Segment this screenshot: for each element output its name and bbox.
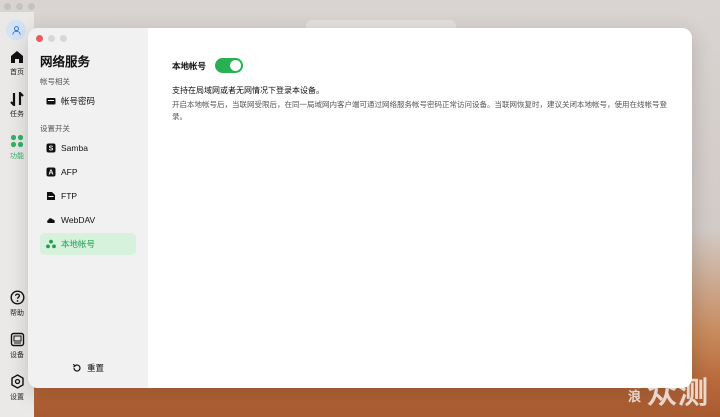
password-icon	[46, 96, 56, 106]
sidebar-item-samba[interactable]: S Samba	[40, 137, 136, 159]
cloud-icon	[46, 215, 56, 225]
page-title: 网络服务	[40, 55, 91, 69]
settings-sidebar: 网络服务 帐号相关 帐号密码 设置开关 S Samba A AFP FTP We…	[28, 28, 148, 388]
zoom-icon[interactable]	[60, 35, 67, 42]
watermark-big: 众测	[647, 377, 710, 410]
sidebar-item-label: WebDAV	[61, 215, 96, 225]
description-title: 支持在局域网或者无网情况下登录本设备。	[172, 86, 324, 95]
content-panel: 本地帐号 支持在局域网或者无网情况下登录本设备。 开启本地帐号后，当联网受限后，…	[148, 28, 692, 388]
minimize-icon[interactable]	[48, 35, 55, 42]
grid-dots-icon	[10, 134, 24, 148]
samba-icon: S	[46, 143, 56, 153]
local-account-icon	[46, 239, 56, 249]
help-icon	[9, 290, 25, 305]
local-account-toggle[interactable]	[215, 58, 244, 73]
svg-text:S: S	[49, 146, 54, 153]
outer-window-controls	[4, 3, 35, 10]
description-body: 开启本地帐号后，当联网受限后，在同一局域网内客户端可通过网络服务帐号密码正常访问…	[172, 100, 667, 121]
outer-zoom-icon[interactable]	[28, 3, 35, 10]
reset-label: 重置	[87, 363, 105, 373]
gear-icon	[10, 374, 24, 389]
nav-tasks-label: 任务	[10, 111, 24, 118]
transfer-icon	[10, 92, 24, 106]
section-settings: 设置开关	[40, 124, 70, 133]
reset-icon	[72, 363, 82, 373]
watermark-small-top: 新	[628, 375, 642, 390]
sidebar-item-webdav[interactable]: WebDAV	[40, 209, 136, 231]
sidebar-item-label: FTP	[61, 191, 78, 201]
nav-features-label: 功能	[10, 153, 24, 160]
setting-label: 本地帐号	[172, 60, 207, 71]
outer-minimize-icon[interactable]	[16, 3, 23, 10]
home-icon	[11, 51, 23, 63]
nav-home-label: 首页	[10, 69, 24, 76]
avatar[interactable]	[6, 20, 26, 40]
sidebar-item-label: Samba	[61, 143, 88, 153]
section-account: 帐号相关	[40, 77, 70, 86]
nav-help-label: 帮助	[10, 310, 24, 317]
local-account-setting: 本地帐号	[172, 58, 244, 73]
nav-settings-label: 设置	[10, 394, 24, 401]
reset-button[interactable]: 重置	[72, 362, 104, 374]
sidebar-item-account-password[interactable]: 帐号密码	[40, 90, 136, 112]
afp-icon: A	[46, 167, 56, 177]
watermark-small: 新 浪	[628, 376, 641, 404]
network-services-window: 网络服务 帐号相关 帐号密码 设置开关 S Samba A AFP FTP We…	[28, 28, 692, 388]
sidebar-item-ftp[interactable]: FTP	[40, 185, 136, 207]
watermark-logo: 新 浪 众测	[628, 368, 709, 412]
sidebar-item-local-account[interactable]: 本地帐号	[40, 233, 136, 255]
toggle-knob	[230, 60, 242, 71]
sidebar-item-label: 帐号密码	[61, 96, 96, 106]
outer-close-icon[interactable]	[4, 3, 11, 10]
window-controls	[36, 35, 67, 42]
sidebar-item-afp[interactable]: A AFP	[40, 161, 136, 183]
nav-devices-label: 设备	[10, 352, 24, 359]
sidebar-item-label: 本地帐号	[61, 239, 96, 249]
close-icon[interactable]	[36, 35, 43, 42]
watermark-small-bottom: 浪	[628, 389, 642, 404]
sidebar-item-label: AFP	[61, 167, 78, 177]
ftp-icon	[46, 191, 56, 201]
user-icon	[11, 25, 21, 35]
device-icon	[10, 332, 24, 347]
svg-text:A: A	[48, 170, 53, 177]
